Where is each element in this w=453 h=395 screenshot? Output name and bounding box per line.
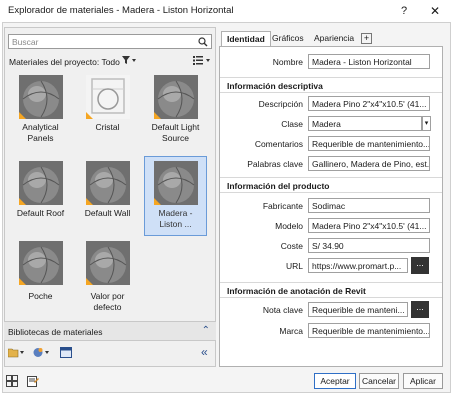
material-thumbnail <box>153 161 198 205</box>
nombre-field[interactable]: Madera - Liston Horizontal <box>308 54 430 69</box>
left-toolbar: « <box>4 343 216 365</box>
url-label: URL <box>285 261 303 271</box>
search-input[interactable]: Buscar <box>8 34 212 49</box>
section-revit-annotation[interactable]: Información de anotación de Revit <box>220 282 442 298</box>
section-descriptive-info[interactable]: Información descriptiva <box>220 77 442 93</box>
material-thumbnail <box>85 241 130 285</box>
material-thumbnail <box>85 161 130 205</box>
url-field[interactable]: https://www.promart.p... <box>308 258 408 273</box>
palabras-clave-field[interactable]: Gallinero, Madera de Pino, est... <box>308 156 430 171</box>
collapse-up-icon[interactable]: ⌃ <box>202 325 210 336</box>
in-project-marker-icon <box>153 112 161 119</box>
material-label: Cristal <box>95 122 120 132</box>
accept-button[interactable]: Aceptar <box>314 373 356 389</box>
materials-grid: Analytical Panels Cristal Default Light … <box>7 71 213 321</box>
material-label: Madera - Liston ... <box>158 208 193 229</box>
modelo-label: Modelo <box>275 221 303 231</box>
material-thumbnail <box>85 75 130 119</box>
material-tile-default-roof[interactable]: Default Roof <box>9 157 72 233</box>
material-tile-cristal[interactable]: Cristal <box>76 71 139 157</box>
create-material-icon[interactable] <box>33 347 49 361</box>
clase-select[interactable]: Madera <box>308 116 422 131</box>
in-project-marker-icon <box>18 198 26 205</box>
material-tile-analytical-panels[interactable]: Analytical Panels <box>9 71 72 157</box>
cancel-button[interactable]: Cancelar <box>359 373 399 389</box>
material-editor-toggle-icon[interactable] <box>6 375 18 390</box>
add-tab-icon[interactable]: + <box>361 33 372 44</box>
material-label: Analytical Panels <box>22 122 59 143</box>
close-button[interactable]: ✕ <box>427 3 443 19</box>
coste-label: Coste <box>280 241 303 251</box>
material-libraries-bar[interactable]: Bibliotecas de materiales ⌃ <box>4 321 216 341</box>
material-thumbnail <box>153 75 198 119</box>
marca-field[interactable]: Requerible de mantenimiento... <box>308 323 430 338</box>
material-tile-valor-por-defecto[interactable]: Valor por defecto <box>76 237 139 313</box>
tab-apariencia[interactable]: Apariencia <box>309 31 359 46</box>
in-project-marker-icon <box>153 198 161 205</box>
descripcion-label: Descripción <box>258 99 303 109</box>
panel-toggle-icon[interactable] <box>60 347 72 361</box>
in-project-marker-icon <box>18 278 26 285</box>
apply-button[interactable]: Aplicar <box>403 373 443 389</box>
window-title: Explorador de materiales - Madera - List… <box>8 5 234 16</box>
nota-clave-label: Nota clave <box>262 305 303 315</box>
descripcion-field[interactable]: Madera Pino 2"x4"x10.5' (41... <box>308 96 430 111</box>
chevron-down-icon[interactable]: ▾ <box>422 116 431 131</box>
material-label: Default Roof <box>16 208 65 218</box>
modelo-field[interactable]: Madera Pino 2"x4"x10.5' (41... <box>308 218 430 233</box>
material-tile-default-wall[interactable]: Default Wall <box>76 157 139 233</box>
material-tile-poche[interactable]: Poche <box>9 237 72 313</box>
material-tile-madera-liston[interactable]: Madera - Liston ... <box>144 156 207 236</box>
help-button[interactable]: ? <box>396 3 412 19</box>
url-browse-button[interactable]: ... <box>411 257 429 274</box>
section-product-info[interactable]: Información del producto <box>220 177 442 193</box>
material-thumbnail <box>18 241 63 285</box>
material-label: Valor por defecto <box>90 291 125 312</box>
filter-icon[interactable] <box>122 56 136 67</box>
in-project-marker-icon <box>85 112 93 119</box>
tab-graficos[interactable]: Gráficos <box>267 31 309 46</box>
tab-identidad[interactable]: Identidad <box>221 31 271 46</box>
marca-label: Marca <box>279 326 303 336</box>
in-project-marker-icon <box>85 198 93 205</box>
search-placeholder: Buscar <box>12 37 39 47</box>
clase-label: Clase <box>281 119 303 129</box>
material-libraries-label: Bibliotecas de materiales <box>8 327 103 337</box>
view-options-icon[interactable] <box>193 56 211 67</box>
nota-clave-field[interactable]: Requerible de manteni... <box>308 302 408 317</box>
comentarios-label: Comentarios <box>254 139 303 149</box>
project-materials-label: Materiales del proyecto: Todo <box>9 57 120 67</box>
palabras-clave-label: Palabras clave <box>247 159 303 169</box>
material-tile-default-light-source[interactable]: Default Light Source <box>144 71 207 157</box>
collapse-left-icon[interactable]: « <box>201 345 208 359</box>
material-thumbnail <box>18 161 63 205</box>
fabricante-label: Fabricante <box>262 201 303 211</box>
nota-clave-browse-button[interactable]: ... <box>411 301 429 318</box>
in-project-marker-icon <box>18 112 26 119</box>
tab-strip: Identidad Gráficos Apariencia + <box>219 28 449 46</box>
search-icon[interactable] <box>198 37 208 47</box>
library-folder-icon[interactable] <box>7 347 24 361</box>
material-label: Default Light Source <box>151 122 200 143</box>
asset-browser-icon[interactable] <box>27 375 39 390</box>
in-project-marker-icon <box>85 278 93 285</box>
material-thumbnail <box>18 75 63 119</box>
material-label: Default Wall <box>84 208 131 218</box>
fabricante-field[interactable]: Sodimac <box>308 198 430 213</box>
comentarios-field[interactable]: Requerible de mantenimiento... <box>308 136 430 151</box>
nombre-label: Nombre <box>272 57 303 67</box>
material-label: Poche <box>28 291 53 301</box>
coste-field[interactable]: S/ 34.90 <box>308 238 430 253</box>
